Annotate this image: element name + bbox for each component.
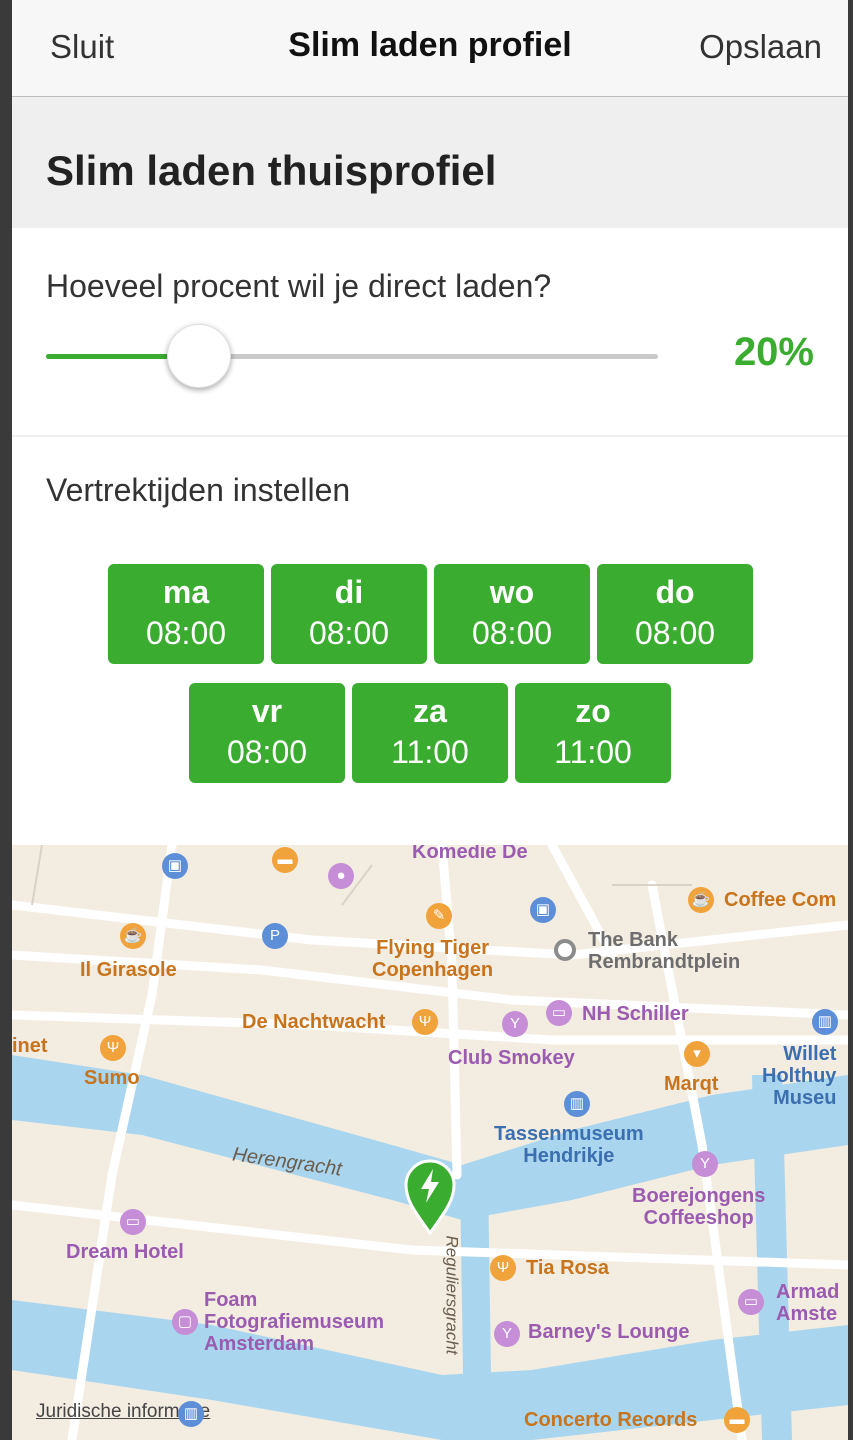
location-dot-icon[interactable]	[554, 939, 576, 961]
bar-icon[interactable]: Y	[692, 1151, 718, 1177]
map-label-marqt[interactable]: Marqt	[664, 1073, 718, 1096]
day-time: 08:00	[226, 734, 308, 770]
map-label-nh-schiller[interactable]: NH Schiller	[582, 1003, 689, 1026]
day-button-zo[interactable]: zo 11:00	[515, 683, 671, 783]
day-label: di	[334, 574, 364, 610]
day-button-do[interactable]: do 08:00	[597, 564, 753, 664]
day-time: 11:00	[391, 734, 469, 770]
map-label-tia-rosa[interactable]: Tia Rosa	[526, 1257, 609, 1280]
day-button-ma[interactable]: ma 08:00	[108, 564, 264, 664]
section-title: Slim laden thuisprofiel	[46, 147, 497, 194]
museum-icon[interactable]: ▥	[812, 1009, 838, 1035]
map-label-inet[interactable]: inet	[12, 1035, 48, 1058]
bar-icon[interactable]: Y	[502, 1011, 528, 1037]
map-label-willet[interactable]: Willet Holthuy Museu	[762, 1043, 836, 1109]
charge-slider-track[interactable]	[46, 354, 658, 359]
grocery-icon[interactable]: ▾	[684, 1041, 710, 1067]
day-label: wo	[489, 574, 535, 610]
charge-slider-fill	[46, 354, 169, 359]
map-label-komedie[interactable]: Komedie De	[412, 845, 528, 864]
map-label-concerto[interactable]: Concerto Records	[524, 1409, 697, 1432]
day-time: 08:00	[145, 615, 227, 651]
bar-icon[interactable]: Y	[494, 1321, 520, 1347]
map-label-tassenmuseum[interactable]: Tassenmuseum Hendrikje	[494, 1123, 644, 1167]
save-button[interactable]: Opslaan	[699, 28, 822, 66]
map-label-club-smokey[interactable]: Club Smokey	[448, 1047, 575, 1070]
day-time: 11:00	[554, 734, 632, 770]
shopping-icon[interactable]: ✎	[426, 903, 452, 929]
day-button-di[interactable]: di 08:00	[271, 564, 427, 664]
charge-percentage-value: 20%	[733, 330, 814, 374]
restaurant-icon[interactable]: Ψ	[100, 1035, 126, 1061]
day-button-wo[interactable]: wo 08:00	[434, 564, 590, 664]
charge-slider-thumb[interactable]	[167, 324, 232, 388]
phone-screen: Sluit Slim laden profiel Opslaan Slim la…	[12, 0, 848, 1440]
hotel-icon[interactable]: ▭	[738, 1289, 764, 1315]
day-label: za	[413, 693, 447, 729]
map-label-reguliersgracht: Reguliersgracht	[442, 1235, 462, 1355]
museum-icon[interactable]: ▥	[178, 1401, 204, 1427]
museum-icon[interactable]: ▥	[564, 1091, 590, 1117]
parking-icon[interactable]: P	[262, 923, 288, 949]
hotel-icon[interactable]: ▭	[120, 1209, 146, 1235]
restaurant-icon[interactable]: Ψ	[412, 1009, 438, 1035]
map-label-foam[interactable]: Foam Fotografiemuseum Amsterdam	[204, 1289, 384, 1355]
tram-icon[interactable]: ▣	[530, 897, 556, 923]
day-time: 08:00	[308, 615, 390, 651]
day-label: zo	[575, 693, 611, 729]
coffee-icon[interactable]: ☕	[688, 887, 714, 913]
screen-edge-right	[848, 0, 853, 1440]
map-label-boerejongens[interactable]: Boerejongens Coffeeshop	[632, 1185, 765, 1229]
day-time: 08:00	[471, 615, 553, 651]
map-label-sumo[interactable]: Sumo	[84, 1067, 140, 1090]
day-time: 08:00	[634, 615, 716, 651]
navigation-bar: Sluit Slim laden profiel Opslaan	[12, 0, 848, 97]
shopping-bag-icon[interactable]: ▬	[272, 847, 298, 873]
section-header: Slim laden thuisprofiel	[12, 97, 848, 228]
day-label: vr	[251, 693, 283, 729]
museum-icon[interactable]: ▢	[172, 1309, 198, 1335]
map-label-girasole[interactable]: Il Girasole	[80, 959, 177, 982]
hotel-icon[interactable]: ▭	[546, 1000, 572, 1026]
map-label-bank[interactable]: The Bank Rembrandtplein	[588, 929, 740, 973]
charging-station-pin-icon[interactable]	[402, 1157, 458, 1235]
day-label: do	[655, 574, 695, 610]
divider	[12, 435, 848, 437]
departure-times-label: Vertrektijden instellen	[46, 472, 351, 508]
restaurant-icon[interactable]: Ψ	[490, 1255, 516, 1281]
day-label: ma	[162, 574, 210, 610]
map-label-nachtwacht[interactable]: De Nachtwacht	[242, 1011, 385, 1034]
map-label-barneys[interactable]: Barney's Lounge	[528, 1321, 689, 1344]
coffee-icon[interactable]: ☕	[120, 923, 146, 949]
theater-icon[interactable]: ●	[328, 863, 354, 889]
map-view[interactable]: Komedie De ▬ ▣ ● ☕ Coffee Com ▣ ✎ ☕ P Th…	[12, 845, 848, 1440]
charge-question-label: Hoeveel procent wil je direct laden?	[46, 268, 552, 304]
shopping-bag-icon[interactable]: ▬	[724, 1407, 750, 1433]
day-button-za[interactable]: za 11:00	[352, 683, 508, 783]
day-button-vr[interactable]: vr 08:00	[189, 683, 345, 783]
map-label-armada[interactable]: Armad Amste	[776, 1281, 839, 1325]
tram-icon[interactable]: ▣	[162, 853, 188, 879]
map-label-dream-hotel[interactable]: Dream Hotel	[66, 1241, 184, 1264]
map-label-coffee[interactable]: Coffee Com	[724, 889, 836, 912]
screen-edge-left	[0, 0, 12, 1440]
map-label-flying-tiger[interactable]: Flying Tiger Copenhagen	[372, 937, 493, 981]
